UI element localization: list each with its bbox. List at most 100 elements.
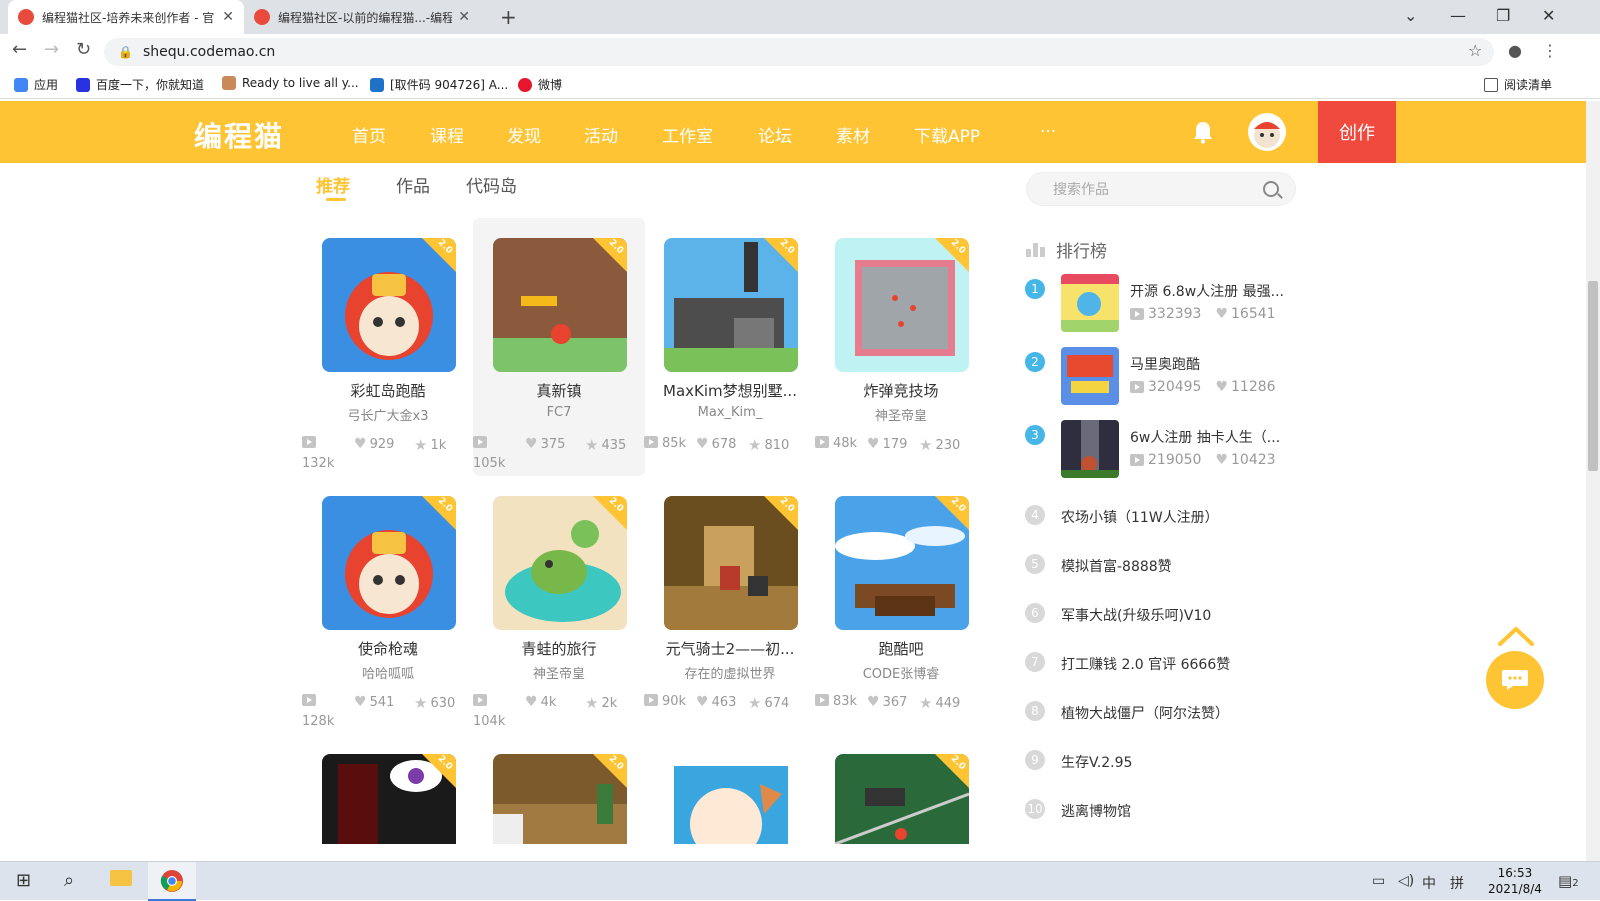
page-scrollbar[interactable] [1586, 101, 1600, 861]
nav-materials[interactable]: 素材 [836, 122, 870, 147]
menu-icon[interactable]: ⋮ [1542, 41, 1558, 60]
user-avatar[interactable] [1248, 113, 1286, 151]
work-author[interactable]: FC7 [473, 405, 645, 420]
work-title[interactable]: 彩虹岛跑酷 [302, 380, 474, 401]
tab-code-island[interactable]: 代码岛 [466, 172, 517, 197]
bookmark-weibo[interactable]: 微博 [518, 76, 562, 93]
rank-thumbnail[interactable] [1061, 274, 1119, 332]
ime-mode[interactable]: 拼 [1450, 873, 1464, 893]
rank-title[interactable]: 模拟首富-8888赞 [1061, 556, 1172, 576]
work-thumbnail[interactable]: 2.0 [835, 754, 969, 844]
profile-icon[interactable]: ● [1508, 41, 1522, 60]
rank-thumbnail[interactable] [1061, 420, 1119, 478]
address-bar[interactable]: 🔒 shequ.codemao.cn [104, 38, 1494, 66]
work-title[interactable]: 真新镇 [473, 380, 645, 401]
tab-works[interactable]: 作品 [396, 172, 430, 197]
work-title[interactable]: 青蛙的旅行 [473, 638, 645, 659]
windows-start-icon[interactable]: ⊞ [16, 870, 31, 891]
rank-thumbnail[interactable] [1061, 347, 1119, 405]
search-taskbar-icon[interactable]: ⌕ [64, 870, 74, 891]
rank-title[interactable]: 植物大战僵尸（阿尔法赞） [1061, 703, 1229, 723]
work-card[interactable]: 2.0 真新镇 FC7 105k ♥ 375 ★ 435 [473, 218, 645, 476]
search-icon[interactable] [1263, 181, 1279, 197]
create-button[interactable]: 创作 [1318, 101, 1396, 163]
nav-discover[interactable]: 发现 [507, 122, 541, 147]
work-title[interactable]: 跑酷吧 [815, 638, 987, 659]
file-explorer-icon[interactable] [110, 870, 132, 891]
tab-search-icon[interactable]: ⌄ [1404, 6, 1417, 25]
network-icon[interactable]: ▭ [1372, 873, 1385, 889]
work-card[interactable]: 2.0 MaxKim梦想别墅... Max_Kim_ 85k ♥ 678 ★ 8… [644, 218, 816, 476]
back-arrow-icon[interactable]: ← [12, 39, 27, 60]
bookmark-star-icon[interactable]: ☆ [1468, 41, 1482, 60]
work-title[interactable]: 使命枪魂 [302, 638, 474, 659]
notification-center-icon[interactable]: ▤2 [1558, 872, 1579, 890]
rank-title[interactable]: 生存V.2.95 [1061, 752, 1132, 772]
tab-recommended[interactable]: 推荐 [316, 172, 350, 197]
search-works-input[interactable]: 搜索作品 [1026, 172, 1296, 206]
forward-arrow-icon[interactable]: → [44, 39, 59, 60]
notification-bell-icon[interactable] [1192, 120, 1214, 144]
chat-button[interactable] [1486, 651, 1544, 709]
rank-title[interactable]: 马里奥跑酷 [1130, 354, 1200, 374]
nav-home[interactable]: 首页 [352, 122, 386, 147]
work-author[interactable]: 哈哈呱呱 [302, 663, 474, 682]
work-thumbnail[interactable]: 2.0 [493, 496, 627, 630]
work-title[interactable]: 炸弹竞技场 [815, 380, 987, 401]
nav-courses[interactable]: 课程 [430, 122, 464, 147]
work-card[interactable]: 2.0 使命枪魂 哈哈呱呱 128k ♥ 541 ★ 630 [302, 476, 474, 734]
work-title[interactable]: MaxKim梦想别墅... [644, 380, 816, 401]
close-tab-icon[interactable]: ✕ [222, 9, 234, 25]
work-card[interactable]: 2.0 炸弹竞技场 神圣帝皇 48k ♥ 179 ★ 230 [815, 218, 987, 476]
reload-icon[interactable]: ↻ [76, 39, 91, 60]
work-author[interactable]: Max_Kim_ [644, 405, 816, 420]
nav-studio[interactable]: 工作室 [662, 122, 713, 147]
work-thumbnail[interactable]: 2.0 [493, 754, 627, 844]
rank-title[interactable]: 逃离博物馆 [1061, 801, 1131, 821]
codemao-logo[interactable]: 编程猫 [194, 115, 284, 155]
back-to-top-icon[interactable] [1496, 624, 1536, 648]
work-thumbnail[interactable]: 2.0 [835, 238, 969, 372]
work-card[interactable]: 2.0 元气骑士2——初... 存在的虚拟世界 90k ♥ 463 ★ 674 [644, 476, 816, 734]
work-thumbnail[interactable] [664, 754, 798, 844]
ime-language[interactable]: 中 [1422, 873, 1436, 893]
system-clock[interactable]: 16:53 2021/8/4 [1488, 865, 1542, 897]
rank-title[interactable]: 军事大战(升级乐呵)V10 [1061, 605, 1211, 625]
volume-icon[interactable]: ◁) [1398, 873, 1414, 889]
work-card[interactable]: 2.0 青蛙的旅行 神圣帝皇 104k ♥ 4k ★ 2k [473, 476, 645, 734]
reading-list-button[interactable]: 阅读清单 [1484, 76, 1552, 93]
bookmark-apps[interactable]: 应用 [14, 76, 58, 93]
nav-more[interactable]: ··· [1040, 122, 1056, 142]
nav-download-app[interactable]: 下载APP [914, 122, 980, 147]
work-author[interactable]: CODE张博睿 [815, 663, 987, 682]
work-author[interactable]: 存在的虚拟世界 [644, 663, 816, 682]
maximize-button[interactable]: ❐ [1496, 6, 1510, 25]
rank-title[interactable]: 6w人注册 抽卡人生（... [1130, 427, 1280, 447]
work-thumbnail[interactable]: 2.0 [835, 496, 969, 630]
nav-events[interactable]: 活动 [584, 122, 618, 147]
close-tab-icon[interactable]: ✕ [458, 9, 470, 25]
rank-title[interactable]: 开源 6.8w人注册 最强... [1130, 281, 1284, 301]
work-thumbnail[interactable]: 2.0 [664, 496, 798, 630]
work-author[interactable]: 神圣帝皇 [473, 663, 645, 682]
scrollbar-thumb[interactable] [1588, 281, 1598, 471]
minimize-button[interactable]: — [1450, 6, 1466, 25]
browser-tab-1[interactable]: 编程猫社区-培养未来创作者 - 官 ✕ [8, 0, 244, 34]
work-card[interactable]: 2.0 跑酷吧 CODE张博睿 83k ♥ 367 ★ 449 [815, 476, 987, 734]
nav-forum[interactable]: 论坛 [758, 122, 792, 147]
bookmark-pickup-code[interactable]: [取件码 904726] A... [370, 76, 508, 93]
chrome-taskbar-button[interactable] [148, 862, 196, 901]
new-tab-button[interactable]: + [500, 5, 517, 29]
bookmark-ready-to-live[interactable]: Ready to live all y... [222, 76, 359, 90]
work-author[interactable]: 神圣帝皇 [815, 405, 987, 424]
rank-title[interactable]: 农场小镇（11W人注册） [1061, 507, 1219, 527]
work-author[interactable]: 弓长广大金x3 [302, 405, 474, 424]
work-thumbnail[interactable]: 2.0 [322, 238, 456, 372]
browser-tab-2[interactable]: 编程猫社区-以前的编程猫...-编程 ✕ [244, 0, 480, 34]
work-thumbnail[interactable]: 2.0 [322, 496, 456, 630]
work-title[interactable]: 元气骑士2——初... [644, 638, 816, 659]
work-thumbnail[interactable]: 2.0 [322, 754, 456, 844]
work-thumbnail[interactable]: 2.0 [493, 238, 627, 372]
bookmark-baidu[interactable]: 百度一下，你就知道 [76, 76, 204, 93]
work-thumbnail[interactable]: 2.0 [664, 238, 798, 372]
